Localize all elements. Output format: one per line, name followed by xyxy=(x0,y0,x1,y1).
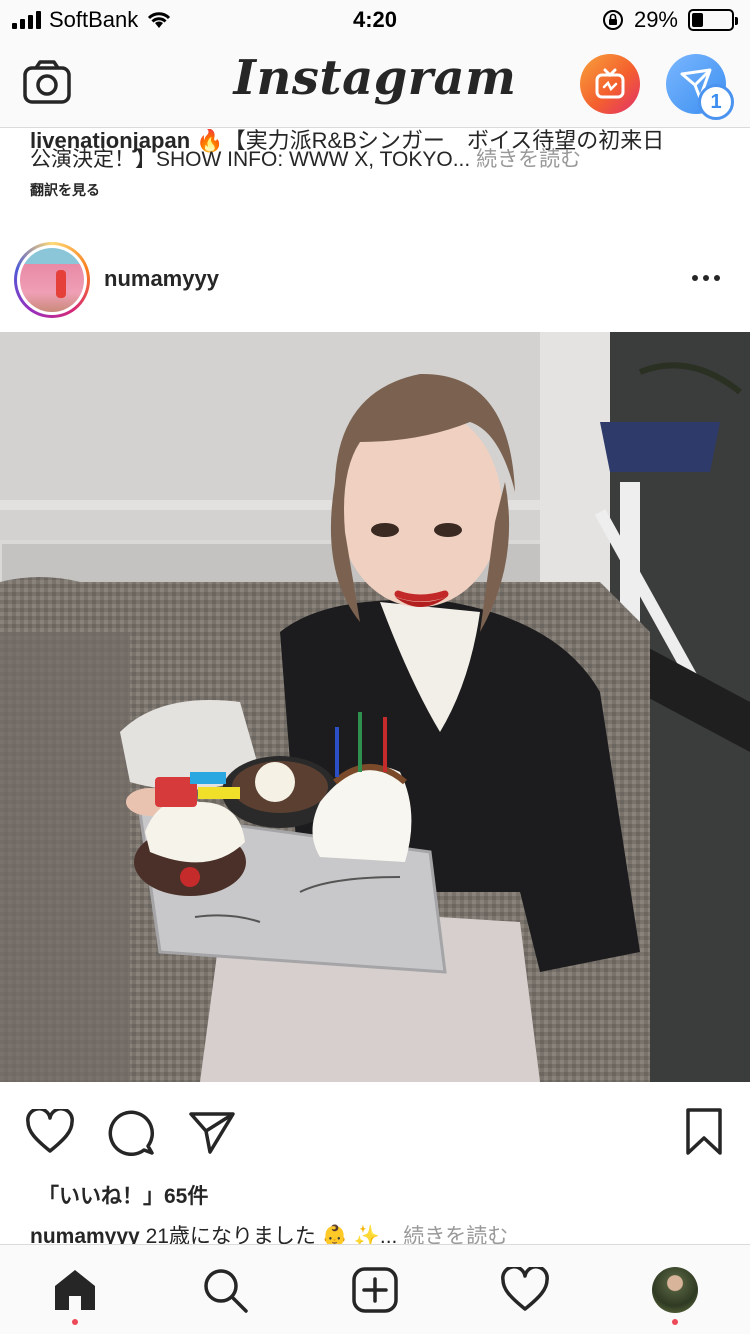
previous-post-caption: livenationjapan 🔥【実力派R&Bシンガー ボイス待望の初来日 公… xyxy=(0,129,750,203)
home-notification-dot xyxy=(72,1319,78,1325)
status-bar: SoftBank 4:20 29% xyxy=(0,0,750,40)
profile-avatar xyxy=(652,1267,698,1313)
tab-home[interactable] xyxy=(50,1265,100,1315)
battery-icon xyxy=(688,9,738,31)
more-dots-icon[interactable] xyxy=(684,264,728,292)
post-actions xyxy=(0,1100,750,1164)
igtv-icon xyxy=(595,68,625,99)
post-photo[interactable] xyxy=(0,332,750,1082)
profile-notification-dot xyxy=(672,1319,678,1325)
previous-caption-line2: 公演決定！】SHOW INFO: WWW X, TOKYO... 続きを読む xyxy=(30,143,581,173)
likes-count[interactable]: 「いいね！」65件 xyxy=(38,1180,208,1210)
post-username[interactable]: numamyyy xyxy=(104,266,219,292)
share-button[interactable] xyxy=(186,1106,238,1158)
post-header: numamyyy xyxy=(0,236,750,332)
previous-caption-text2: 公演決定！】SHOW INFO: WWW X, TOKYO... xyxy=(30,148,471,171)
birthday-photo xyxy=(0,332,750,1082)
home-icon xyxy=(55,1270,95,1310)
status-right: 29% xyxy=(602,7,738,33)
tab-profile[interactable] xyxy=(650,1265,700,1315)
read-more-link[interactable]: 続きを読む xyxy=(476,148,581,171)
tab-new-post[interactable] xyxy=(350,1265,400,1315)
tab-search[interactable] xyxy=(200,1265,250,1315)
comment-icon xyxy=(108,1110,155,1156)
see-translation-link[interactable]: 翻訳を見る xyxy=(30,180,100,200)
comment-button[interactable] xyxy=(106,1106,158,1158)
like-button[interactable] xyxy=(24,1106,76,1158)
plus-square-icon xyxy=(352,1267,398,1313)
avatar xyxy=(20,248,84,312)
paper-plane-icon xyxy=(189,1112,235,1154)
search-icon xyxy=(204,1269,248,1313)
battery-percent: 29% xyxy=(633,7,678,32)
bookmark-icon xyxy=(686,1108,722,1155)
orientation-lock-icon xyxy=(602,10,623,30)
bottom-tab-bar xyxy=(0,1244,750,1334)
tab-activity[interactable] xyxy=(500,1265,550,1315)
story-ring[interactable] xyxy=(14,242,90,318)
igtv-button[interactable] xyxy=(580,54,640,114)
heart-icon xyxy=(26,1109,74,1153)
dm-notification-badge: 1 xyxy=(698,84,734,120)
top-navigation: Instagram 1 xyxy=(0,40,750,128)
heart-icon xyxy=(501,1267,549,1311)
save-button[interactable] xyxy=(678,1106,730,1158)
